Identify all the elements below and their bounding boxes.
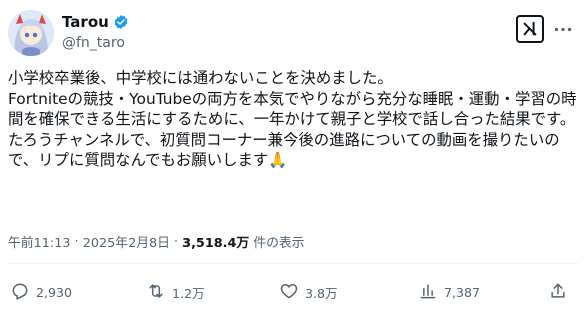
avatar[interactable] — [8, 10, 54, 56]
author-handle[interactable]: @fn_taro — [62, 35, 125, 51]
tweet-time[interactable]: 午前11:13 — [8, 232, 70, 251]
author-name-row[interactable]: Tarou — [62, 13, 129, 31]
share-button[interactable] — [548, 281, 568, 304]
meta-separator: · — [70, 234, 83, 249]
author-name[interactable]: Tarou — [62, 13, 109, 31]
repost-icon — [146, 281, 166, 304]
verified-badge-icon — [113, 14, 129, 30]
meta-separator: · — [169, 234, 183, 249]
reply-count: 2,930 — [36, 285, 73, 300]
like-icon — [279, 281, 299, 304]
share-icon — [548, 281, 568, 304]
view-count-label: 件の表示 — [249, 236, 305, 251]
like-button[interactable]: 3.8万 — [279, 281, 338, 304]
repost-button[interactable]: 1.2万 — [146, 281, 205, 304]
tweet-meta: 午前11:13 · 2025年2月8日 · 3,518.4万 件の表示 — [8, 232, 304, 251]
view-count: 3,518.4万 — [182, 236, 250, 251]
views-button[interactable]: 7,387 — [418, 281, 480, 304]
like-count: 3.8万 — [305, 286, 338, 301]
grok-icon[interactable] — [516, 15, 544, 43]
reply-button[interactable]: 2,930 — [10, 281, 72, 304]
views-icon — [418, 281, 438, 304]
views-count: 7,387 — [444, 285, 481, 300]
tweet-date[interactable]: 2025年2月8日 — [83, 232, 170, 251]
repost-count: 1.2万 — [172, 286, 205, 301]
more-icon[interactable] — [552, 20, 574, 38]
divider — [8, 263, 578, 264]
reply-icon — [10, 281, 30, 304]
tweet-text: 小学校卒業後、中学校には通わないことを決めました。 Fortniteの競技・Yo… — [8, 69, 577, 170]
